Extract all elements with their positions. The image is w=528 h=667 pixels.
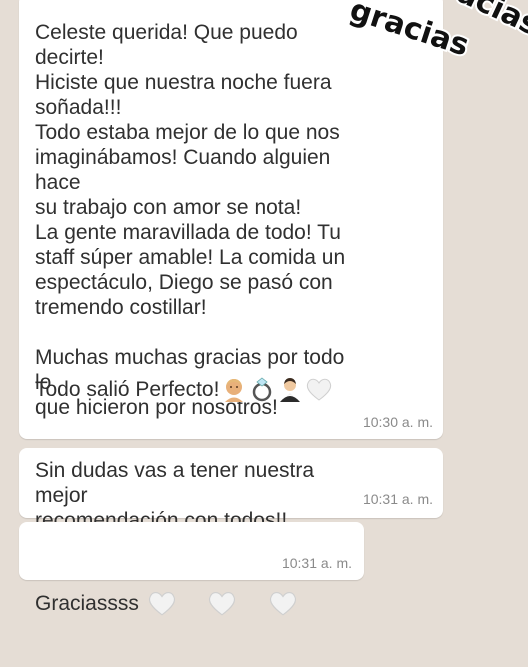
message-text-last: Todo salió Perfecto! [35, 377, 220, 401]
message-time: 10:30 a. m. [362, 414, 433, 430]
ring-icon [249, 376, 275, 402]
sticker-text-main: gracias [346, 0, 473, 64]
message-bubble[interactable]: Sin dudas vas a tener nuestra mejor reco… [19, 448, 443, 532]
message-time: 10:31 a. m. [362, 491, 433, 507]
message-text: Celeste querida! Que puedo decirte! Hici… [35, 21, 346, 419]
man-in-tuxedo-icon [277, 376, 303, 402]
message-text: Graciassss [35, 591, 139, 615]
white-heart-icon [305, 376, 333, 402]
white-heart-icon [147, 539, 205, 667]
woman-icon [221, 376, 247, 402]
gracias-sticker: gracias gracias [330, 0, 528, 78]
white-heart-icon [207, 539, 265, 667]
message-time: 10:31 a. m. [281, 555, 352, 571]
chat-window: Celeste querida! Que puedo decirte! Hici… [0, 0, 528, 616]
message-last-line: Todo salió Perfecto! [35, 376, 333, 402]
message-bubble[interactable]: Graciassss 10:31 a. m. [19, 522, 364, 616]
